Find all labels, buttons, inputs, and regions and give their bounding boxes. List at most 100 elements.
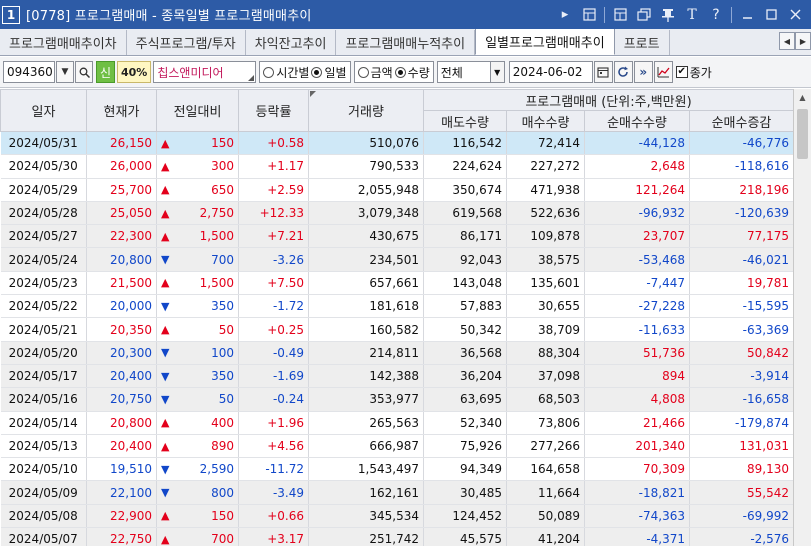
cell-net-change: -63,369 bbox=[689, 317, 793, 342]
table-row[interactable]: 2024/05/13 20,400 ▲ 890 +4.56 666,987 75,926 27… bbox=[0, 434, 793, 459]
close-icon[interactable] bbox=[783, 0, 807, 29]
cell-change: 800 bbox=[178, 480, 239, 505]
table-row[interactable]: 2024/05/07 22,750 ▲ 700 +3.17 251,742 45,575 41… bbox=[0, 527, 793, 546]
header-net-qty[interactable]: 순매수수량 bbox=[584, 110, 690, 132]
unit-radio-group: 금액 수량 bbox=[353, 61, 434, 83]
tab-program-truncated[interactable]: 프로트 bbox=[614, 30, 670, 55]
cell-net-change: -69,992 bbox=[689, 504, 793, 529]
tab-scroll-left-icon[interactable]: ◀ bbox=[779, 32, 795, 50]
grid-icon[interactable] bbox=[577, 0, 601, 29]
help-icon[interactable]: ? bbox=[704, 0, 728, 29]
header-rate[interactable]: 등락률 bbox=[238, 89, 309, 132]
date-input[interactable]: 2024-06-02 bbox=[508, 61, 593, 83]
table-row[interactable]: 2024/05/08 22,900 ▲ 150 +0.66 345,534 124,452 5… bbox=[0, 504, 793, 529]
arrow-down-icon: ▼ bbox=[156, 247, 179, 272]
cell-price: 22,100 bbox=[86, 480, 157, 505]
cell-price: 22,750 bbox=[86, 527, 157, 546]
cell-buy-qty: 50,089 bbox=[506, 504, 585, 529]
market-select[interactable]: 전체 ▼ bbox=[436, 61, 505, 83]
cell-sell-qty: 75,926 bbox=[423, 434, 507, 459]
table-row[interactable]: 2024/05/20 20,300 ▼ 100 -0.49 214,811 36,568 88… bbox=[0, 341, 793, 365]
margin-rate-badge: 40% bbox=[117, 61, 152, 83]
pin-icon[interactable] bbox=[656, 0, 680, 29]
header-change[interactable]: 전일대비 bbox=[156, 89, 239, 132]
tab-program-trend-chart[interactable]: 프로그램매매추이차 bbox=[0, 30, 127, 55]
tab-scroll-right-icon[interactable]: ▶ bbox=[795, 32, 811, 50]
table-row[interactable]: 2024/05/28 25,050 ▲ 2,750 +12.33 3,079,348 619… bbox=[0, 201, 793, 226]
radio-time[interactable]: 시간별 bbox=[263, 64, 309, 81]
table-row[interactable]: 2024/05/29 25,700 ▲ 650 +2.59 2,055,948 350,67… bbox=[0, 178, 793, 202]
cell-buy-qty: 41,204 bbox=[506, 527, 585, 546]
window-number[interactable]: 1 bbox=[2, 5, 20, 24]
cell-net-change: 218,196 bbox=[689, 178, 793, 202]
table-row[interactable]: 2024/05/10 19,510 ▼ 2,590 -11.72 1,543,497 94,… bbox=[0, 457, 793, 482]
scrollbar-thumb[interactable] bbox=[797, 109, 808, 159]
tab-program-cumulative[interactable]: 프로그램매매누적추이 bbox=[336, 30, 476, 55]
table-row[interactable]: 2024/05/24 20,800 ▼ 700 -3.26 234,501 92,043 38… bbox=[0, 247, 793, 272]
arrow-up-icon: ▲ bbox=[156, 504, 179, 529]
close-price-checkbox[interactable]: ✔ 종가 bbox=[675, 64, 712, 81]
cell-net-change: -118,616 bbox=[689, 154, 793, 179]
cell-date: 2024/05/08 bbox=[0, 504, 87, 529]
scroll-up-icon[interactable]: ▲ bbox=[794, 89, 811, 105]
font-icon[interactable]: T bbox=[680, 0, 704, 29]
maximize-icon[interactable] bbox=[759, 0, 783, 29]
chevron-down-icon[interactable]: ▼ bbox=[489, 62, 504, 82]
table-row[interactable]: 2024/05/27 22,300 ▲ 1,500 +7.21 430,675 86,171… bbox=[0, 224, 793, 249]
cell-sell-qty: 50,342 bbox=[423, 317, 507, 342]
stock-name-field[interactable]: 칩스앤미디어 bbox=[153, 61, 257, 83]
table-row[interactable]: 2024/05/21 20,350 ▲ 50 +0.25 160,582 50,342 38,… bbox=[0, 317, 793, 342]
cell-net-change: -120,639 bbox=[689, 201, 793, 226]
stock-code-dropdown-icon[interactable]: ▼ bbox=[56, 61, 74, 83]
header-volume[interactable]: 거래량 bbox=[308, 89, 424, 132]
cell-buy-qty: 88,304 bbox=[506, 341, 585, 365]
radio-time-dot bbox=[263, 66, 275, 78]
table-row[interactable]: 2024/05/14 20,800 ▲ 400 +1.96 265,563 52,340 73… bbox=[0, 411, 793, 435]
cell-rate: +12.33 bbox=[238, 201, 309, 226]
radio-quantity[interactable]: 수량 bbox=[394, 64, 430, 81]
table-body: 2024/05/31 26,150 ▲ 150 +0.58 510,076 116,542 7… bbox=[0, 131, 793, 546]
cell-volume: 657,661 bbox=[308, 271, 424, 296]
refresh-icon[interactable] bbox=[613, 61, 633, 83]
table-row[interactable]: 2024/05/17 20,400 ▼ 350 -1.69 142,388 36,204 37… bbox=[0, 364, 793, 389]
cell-change: 50 bbox=[178, 317, 239, 342]
cell-buy-qty: 135,601 bbox=[506, 271, 585, 296]
stock-code-input[interactable]: 094360 bbox=[3, 61, 55, 83]
vertical-scrollbar[interactable]: ▲ bbox=[793, 89, 811, 546]
chart-icon[interactable] bbox=[653, 61, 673, 83]
cell-volume: 666,987 bbox=[308, 434, 424, 459]
radio-amount-label: 금액 bbox=[370, 65, 393, 80]
table-row[interactable]: 2024/05/30 26,000 ▲ 300 +1.17 790,533 224,624 2… bbox=[0, 154, 793, 179]
header-net-change[interactable]: 순매수증감 bbox=[689, 110, 793, 132]
search-icon[interactable] bbox=[75, 61, 93, 83]
cell-sell-qty: 36,568 bbox=[423, 341, 507, 365]
minimize-icon[interactable] bbox=[735, 0, 759, 29]
cell-buy-qty: 109,878 bbox=[506, 224, 585, 249]
header-sell-qty[interactable]: 매도수량 bbox=[423, 110, 507, 132]
credit-badge: 신 bbox=[96, 61, 115, 83]
calendar-icon[interactable] bbox=[593, 61, 613, 83]
cell-price: 20,750 bbox=[86, 387, 157, 412]
tab-stock-program-investor[interactable]: 주식프로그램/투자 bbox=[126, 30, 246, 55]
table-row[interactable]: 2024/05/23 21,500 ▲ 1,500 +7.50 657,661 143,04… bbox=[0, 271, 793, 296]
tab-arbitrage-balance[interactable]: 차익잔고추이 bbox=[245, 30, 337, 55]
play-icon[interactable]: ▸ bbox=[553, 0, 577, 29]
header-date[interactable]: 일자 bbox=[0, 89, 87, 132]
header-buy-qty[interactable]: 매수수량 bbox=[506, 110, 585, 132]
table-row[interactable]: 2024/05/09 22,100 ▼ 800 -3.49 162,161 30,485 11… bbox=[0, 480, 793, 505]
arrow-up-icon: ▲ bbox=[156, 201, 179, 226]
cell-change: 700 bbox=[178, 247, 239, 272]
tab-daily-program-trend[interactable]: 일별프로그램매매추이 bbox=[475, 29, 615, 55]
next-page-icon[interactable]: » bbox=[633, 61, 653, 83]
copy-icon[interactable] bbox=[632, 0, 656, 29]
table-row[interactable]: 2024/05/16 20,750 ▼ 50 -0.24 353,977 63,695 68,… bbox=[0, 387, 793, 412]
layout-icon[interactable] bbox=[608, 0, 632, 29]
header-price[interactable]: 현재가 bbox=[86, 89, 157, 132]
radio-amount[interactable]: 금액 bbox=[357, 64, 393, 81]
table-row[interactable]: 2024/05/31 26,150 ▲ 150 +0.58 510,076 116,542 7… bbox=[0, 131, 793, 156]
cell-net-change: 77,175 bbox=[689, 224, 793, 249]
cell-net-qty: 894 bbox=[584, 364, 690, 389]
table-row[interactable]: 2024/05/22 20,000 ▼ 350 -1.72 181,618 57,883 30… bbox=[0, 294, 793, 319]
cell-net-qty: -27,228 bbox=[584, 294, 690, 319]
radio-daily[interactable]: 일별 bbox=[311, 64, 347, 81]
